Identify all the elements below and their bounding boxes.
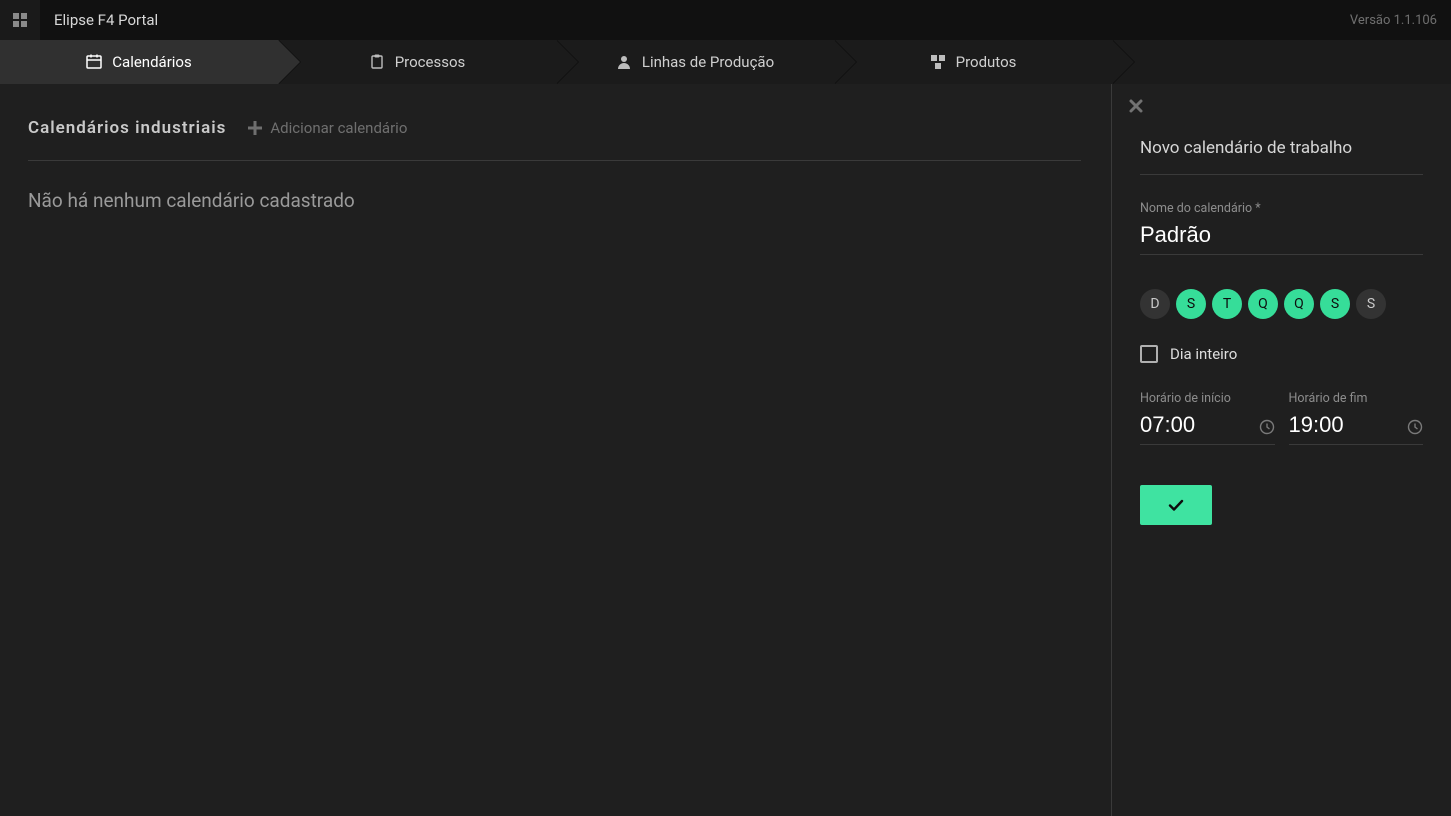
panel-title: Novo calendário de trabalho [1140, 138, 1423, 175]
day-toggle-quarta[interactable]: Q [1248, 289, 1278, 319]
calendar-name-input[interactable] [1140, 220, 1423, 255]
side-panel: Novo calendário de trabalho Nome do cale… [1111, 84, 1451, 816]
start-time-label: Horário de início [1140, 391, 1275, 406]
day-toggle-segunda[interactable]: S [1176, 289, 1206, 319]
plus-icon [248, 121, 262, 135]
day-toggle-domingo[interactable]: D [1140, 289, 1170, 319]
confirm-button[interactable] [1140, 485, 1212, 525]
app-title: Elipse F4 Portal [54, 11, 158, 29]
day-toggle-quinta[interactable]: Q [1284, 289, 1314, 319]
grid-icon [12, 12, 28, 28]
tab-label: Processos [395, 53, 466, 71]
app-menu-button[interactable] [0, 0, 40, 40]
person-icon [616, 54, 632, 70]
all-day-checkbox[interactable] [1140, 345, 1158, 363]
clock-icon [1259, 419, 1275, 435]
content-area: Calendários industriais Adicionar calend… [0, 84, 1451, 816]
empty-state-message: Não há nenhum calendário cadastrado [28, 189, 1081, 212]
tab-label: Calendários [112, 53, 191, 71]
section-header: Calendários industriais Adicionar calend… [28, 118, 1081, 161]
check-icon [1166, 495, 1186, 515]
calendar-name-label: Nome do calendário * [1140, 201, 1423, 216]
breadcrumb-nav: Calendários Processos Linhas de Produção… [0, 40, 1451, 84]
day-toggle-sabado[interactable]: S [1356, 289, 1386, 319]
weekday-selector: D S T Q Q S S [1140, 289, 1423, 319]
section-title: Calendários industriais [28, 118, 226, 138]
end-time-field: Horário de fim [1289, 391, 1424, 445]
all-day-row: Dia inteiro [1140, 345, 1423, 363]
tab-linhas[interactable]: Linhas de Produção [556, 40, 834, 84]
tab-processos[interactable]: Processos [278, 40, 556, 84]
clock-icon [1407, 419, 1423, 435]
add-calendar-button[interactable]: Adicionar calendário [248, 119, 407, 137]
close-panel-button[interactable] [1128, 98, 1144, 114]
top-bar: Elipse F4 Portal Versão 1.1.106 [0, 0, 1451, 40]
tab-calendarios[interactable]: Calendários [0, 40, 278, 84]
tab-produtos[interactable]: Produtos [834, 40, 1112, 84]
close-icon [1128, 98, 1144, 114]
day-toggle-sexta[interactable]: S [1320, 289, 1350, 319]
time-range-row: Horário de início Horário de fim [1140, 391, 1423, 445]
main-pane: Calendários industriais Adicionar calend… [0, 84, 1111, 816]
calendar-name-field: Nome do calendário * [1140, 201, 1423, 255]
start-time-input[interactable] [1140, 410, 1275, 445]
day-toggle-terca[interactable]: T [1212, 289, 1242, 319]
tab-label: Produtos [956, 53, 1017, 71]
clipboard-icon [369, 54, 385, 70]
all-day-label: Dia inteiro [1170, 345, 1237, 363]
calendar-icon [86, 54, 102, 70]
add-calendar-label: Adicionar calendário [270, 119, 407, 137]
package-icon [930, 54, 946, 70]
start-time-field: Horário de início [1140, 391, 1275, 445]
tab-label: Linhas de Produção [642, 53, 774, 71]
end-time-input[interactable] [1289, 410, 1424, 445]
version-label: Versão 1.1.106 [1350, 13, 1437, 28]
end-time-label: Horário de fim [1289, 391, 1424, 406]
